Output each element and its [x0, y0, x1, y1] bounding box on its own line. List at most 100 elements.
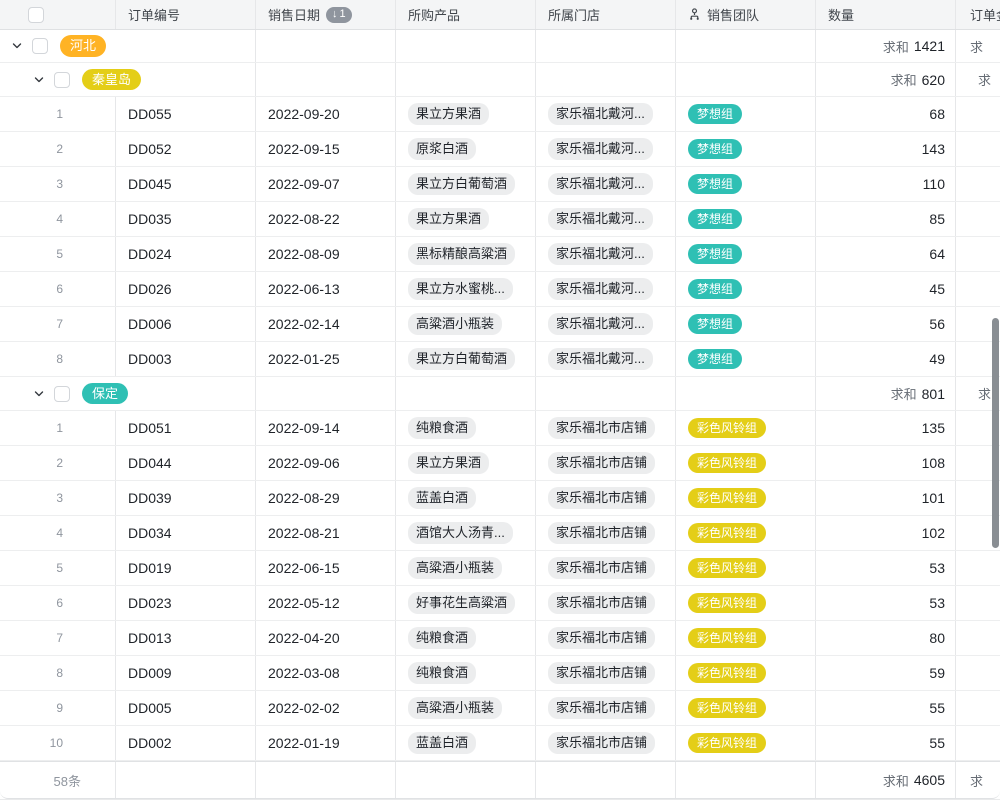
order-id-cell[interactable]: DD002 — [116, 726, 256, 760]
column-header-amount[interactable]: 订单金 — [956, 0, 1000, 29]
group-header-row-河北[interactable]: 河北求和1421求 — [0, 30, 1000, 63]
column-header-team[interactable]: 销售团队 — [676, 0, 816, 29]
order-id-cell[interactable]: DD052 — [116, 132, 256, 166]
quantity-cell[interactable]: 45 — [816, 272, 956, 306]
table-row[interactable]: 3DD0452022-09-07果立方白葡萄酒家乐福北戴河...梦想组110 — [0, 167, 1000, 202]
team-cell[interactable]: 梦想组 — [676, 97, 816, 131]
team-cell[interactable]: 梦想组 — [676, 132, 816, 166]
table-row[interactable]: 6DD0262022-06-13果立方水蜜桃...家乐福北戴河...梦想组45 — [0, 272, 1000, 307]
team-cell[interactable]: 梦想组 — [676, 167, 816, 201]
team-cell[interactable]: 彩色风铃组 — [676, 551, 816, 585]
store-cell[interactable]: 家乐福北市店铺 — [536, 621, 676, 655]
column-header-order-id[interactable]: 订单编号 — [116, 0, 256, 29]
group-checkbox[interactable] — [32, 38, 48, 54]
group-checkbox[interactable] — [54, 386, 70, 402]
date-cell[interactable]: 2022-08-21 — [256, 516, 396, 550]
quantity-cell[interactable]: 80 — [816, 621, 956, 655]
order-id-cell[interactable]: DD044 — [116, 446, 256, 480]
team-cell[interactable]: 彩色风铃组 — [676, 726, 816, 760]
amount-cell[interactable] — [956, 656, 1000, 690]
date-cell[interactable]: 2022-02-14 — [256, 307, 396, 341]
order-id-cell[interactable]: DD035 — [116, 202, 256, 236]
table-row[interactable]: 1DD0512022-09-14纯粮食酒家乐福北市店铺彩色风铃组135 — [0, 411, 1000, 446]
store-cell[interactable]: 家乐福北市店铺 — [536, 691, 676, 725]
quantity-cell[interactable]: 110 — [816, 167, 956, 201]
footer-sum-amount[interactable]: 求 — [956, 762, 1000, 798]
store-cell[interactable]: 家乐福北市店铺 — [536, 411, 676, 445]
team-cell[interactable]: 梦想组 — [676, 202, 816, 236]
quantity-cell[interactable]: 135 — [816, 411, 956, 445]
order-id-cell[interactable]: DD019 — [116, 551, 256, 585]
team-cell[interactable]: 梦想组 — [676, 342, 816, 376]
date-cell[interactable]: 2022-09-07 — [256, 167, 396, 201]
store-cell[interactable]: 家乐福北市店铺 — [536, 516, 676, 550]
amount-cell[interactable] — [956, 237, 1000, 271]
date-cell[interactable]: 2022-08-22 — [256, 202, 396, 236]
team-cell[interactable]: 梦想组 — [676, 307, 816, 341]
product-cell[interactable]: 纯粮食酒 — [396, 411, 536, 445]
quantity-cell[interactable]: 101 — [816, 481, 956, 515]
column-header-store[interactable]: 所属门店 — [536, 0, 676, 29]
team-cell[interactable]: 彩色风铃组 — [676, 446, 816, 480]
team-cell[interactable]: 梦想组 — [676, 272, 816, 306]
table-row[interactable]: 4DD0352022-08-22果立方果酒家乐福北戴河...梦想组85 — [0, 202, 1000, 237]
quantity-cell[interactable]: 53 — [816, 586, 956, 620]
store-cell[interactable]: 家乐福北戴河... — [536, 237, 676, 271]
quantity-cell[interactable]: 55 — [816, 726, 956, 760]
team-cell[interactable]: 彩色风铃组 — [676, 691, 816, 725]
quantity-cell[interactable]: 59 — [816, 656, 956, 690]
product-cell[interactable]: 果立方白葡萄酒 — [396, 342, 536, 376]
amount-cell[interactable] — [956, 272, 1000, 306]
order-id-cell[interactable]: DD045 — [116, 167, 256, 201]
product-cell[interactable]: 高粱酒小瓶装 — [396, 307, 536, 341]
amount-cell[interactable] — [956, 586, 1000, 620]
table-row[interactable]: 8DD0092022-03-08纯粮食酒家乐福北市店铺彩色风铃组59 — [0, 656, 1000, 691]
group-header-row-保定[interactable]: 保定求和801求 — [0, 377, 1000, 411]
date-cell[interactable]: 2022-04-20 — [256, 621, 396, 655]
date-cell[interactable]: 2022-08-29 — [256, 481, 396, 515]
order-id-cell[interactable]: DD009 — [116, 656, 256, 690]
product-cell[interactable]: 高粱酒小瓶装 — [396, 551, 536, 585]
quantity-cell[interactable]: 49 — [816, 342, 956, 376]
table-row[interactable]: 7DD0062022-02-14高粱酒小瓶装家乐福北戴河...梦想组56 — [0, 307, 1000, 342]
table-row[interactable]: 9DD0052022-02-02高粱酒小瓶装家乐福北市店铺彩色风铃组55 — [0, 691, 1000, 726]
store-cell[interactable]: 家乐福北市店铺 — [536, 726, 676, 760]
product-cell[interactable]: 好事花生高粱酒 — [396, 586, 536, 620]
store-cell[interactable]: 家乐福北戴河... — [536, 132, 676, 166]
table-row[interactable]: 5DD0242022-08-09黑标精酿高粱酒家乐福北戴河...梦想组64 — [0, 237, 1000, 272]
date-cell[interactable]: 2022-02-02 — [256, 691, 396, 725]
quantity-cell[interactable]: 53 — [816, 551, 956, 585]
store-cell[interactable]: 家乐福北戴河... — [536, 202, 676, 236]
quantity-cell[interactable]: 108 — [816, 446, 956, 480]
quantity-cell[interactable]: 55 — [816, 691, 956, 725]
store-cell[interactable]: 家乐福北戴河... — [536, 307, 676, 341]
store-cell[interactable]: 家乐福北戴河... — [536, 272, 676, 306]
product-cell[interactable]: 纯粮食酒 — [396, 621, 536, 655]
sort-badge[interactable]: ↓ 1 — [326, 7, 352, 23]
order-id-cell[interactable]: DD006 — [116, 307, 256, 341]
date-cell[interactable]: 2022-06-15 — [256, 551, 396, 585]
order-id-cell[interactable]: DD023 — [116, 586, 256, 620]
team-cell[interactable]: 彩色风铃组 — [676, 586, 816, 620]
column-header-sale-date[interactable]: 销售日期 ↓ 1 — [256, 0, 396, 29]
product-cell[interactable]: 黑标精酿高粱酒 — [396, 237, 536, 271]
date-cell[interactable]: 2022-08-09 — [256, 237, 396, 271]
product-cell[interactable]: 纯粮食酒 — [396, 656, 536, 690]
store-cell[interactable]: 家乐福北戴河... — [536, 167, 676, 201]
amount-cell[interactable] — [956, 726, 1000, 760]
amount-cell[interactable] — [956, 167, 1000, 201]
team-cell[interactable]: 彩色风铃组 — [676, 481, 816, 515]
product-cell[interactable]: 果立方果酒 — [396, 446, 536, 480]
date-cell[interactable]: 2022-03-08 — [256, 656, 396, 690]
footer-sum-quantity[interactable]: 求和 4605 — [816, 762, 956, 798]
table-row[interactable]: 2DD0522022-09-15原浆白酒家乐福北戴河...梦想组143 — [0, 132, 1000, 167]
quantity-cell[interactable]: 102 — [816, 516, 956, 550]
amount-cell[interactable] — [956, 132, 1000, 166]
product-cell[interactable]: 果立方水蜜桃... — [396, 272, 536, 306]
quantity-cell[interactable]: 64 — [816, 237, 956, 271]
table-row[interactable]: 1DD0552022-09-20果立方果酒家乐福北戴河...梦想组68 — [0, 97, 1000, 132]
table-row[interactable]: 2DD0442022-09-06果立方果酒家乐福北市店铺彩色风铃组108 — [0, 446, 1000, 481]
store-cell[interactable]: 家乐福北市店铺 — [536, 551, 676, 585]
order-id-cell[interactable]: DD055 — [116, 97, 256, 131]
order-id-cell[interactable]: DD005 — [116, 691, 256, 725]
